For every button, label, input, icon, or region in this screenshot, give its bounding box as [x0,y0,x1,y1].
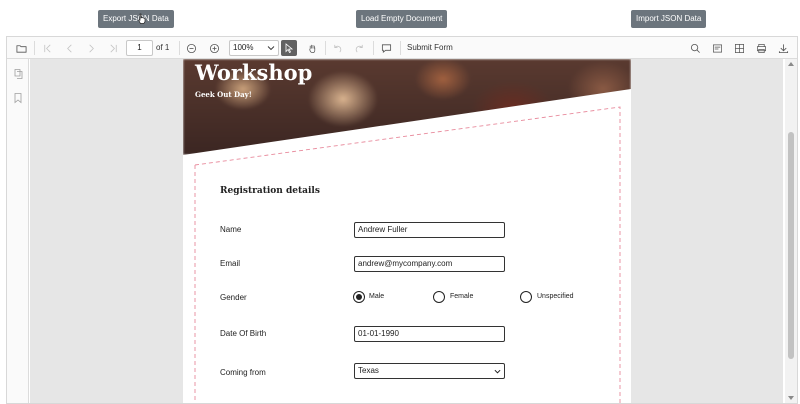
first-page-icon[interactable] [39,40,55,56]
scroll-down-arrow-icon[interactable] [788,396,794,400]
chevron-down-icon [267,46,275,51]
gender-radio-unspecified[interactable] [520,291,532,303]
chevron-down-icon [494,369,501,374]
comment-icon[interactable] [378,40,394,56]
gender-option-unspecified: Unspecified [537,293,574,300]
dob-label: Date Of Birth [220,329,267,338]
toolbar-separator [400,41,401,55]
import-json-button[interactable]: Import JSON Data [631,10,707,28]
zoom-in-icon[interactable] [206,40,222,56]
pan-tool-icon[interactable] [304,40,320,56]
previous-page-icon[interactable] [61,40,77,56]
gender-radio-male[interactable] [353,291,365,303]
coming-from-select[interactable]: Texas [354,363,505,379]
zoom-dropdown[interactable]: 100% [229,40,279,56]
pdf-viewer: 1 of 1 100% Submit Form Workshop Geek Ou… [6,36,798,404]
vertical-scrollbar[interactable] [785,59,797,403]
email-field[interactable]: andrew@mycompany.com [354,256,505,272]
hand-cursor-icon [138,13,146,24]
gender-option-female: Female [450,293,474,300]
print-icon[interactable] [753,40,769,56]
open-icon[interactable] [13,40,29,56]
bookmark-icon[interactable] [12,92,24,104]
toolbar-separator [373,41,374,55]
gender-option-male: Male [369,293,385,300]
top-button-bar: Export JSON Data Load Empty Document Imp… [0,0,800,36]
next-page-icon[interactable] [83,40,99,56]
toolbar-separator [325,41,326,55]
last-page-icon[interactable] [105,40,121,56]
email-label: Email [220,259,241,268]
scrollbar-thumb[interactable] [788,132,794,359]
pdf-page: Workshop Geek Out Day! Registration deta… [183,59,631,403]
name-label: Name [220,225,242,234]
download-icon[interactable] [775,40,791,56]
document-area[interactable]: Workshop Geek Out Day! Registration deta… [30,59,783,403]
name-field[interactable]: Andrew Fuller [354,222,505,238]
load-empty-document-button[interactable]: Load Empty Document [356,10,448,28]
toolbar-separator [34,41,35,55]
navigation-pane [7,59,29,403]
zoom-out-icon[interactable] [183,40,199,56]
scroll-up-arrow-icon[interactable] [788,62,794,66]
coming-from-label: Coming from [220,368,266,377]
form-title: Registration details [220,186,320,196]
toolbar-separator [179,41,180,55]
selection-tool-icon[interactable] [281,40,297,56]
annotation-icon[interactable] [709,40,725,56]
search-icon[interactable] [687,40,703,56]
page-thumbnails-icon[interactable] [12,68,24,80]
viewer-toolbar: 1 of 1 100% Submit Form [7,37,797,59]
dob-field[interactable]: 01-01-1990 [354,326,505,342]
redo-icon[interactable] [351,40,367,56]
export-json-button[interactable]: Export JSON Data [98,10,174,28]
zoom-value: 100% [233,43,254,52]
current-page-input[interactable]: 1 [126,40,153,56]
submit-form-button[interactable]: Submit Form [407,40,453,56]
gender-label: Gender [220,293,247,302]
page-count-label: of 1 [156,43,170,52]
undo-icon[interactable] [329,40,345,56]
form-designer-icon[interactable] [731,40,747,56]
coming-from-value: Texas [358,366,379,375]
gender-radio-female[interactable] [433,291,445,303]
